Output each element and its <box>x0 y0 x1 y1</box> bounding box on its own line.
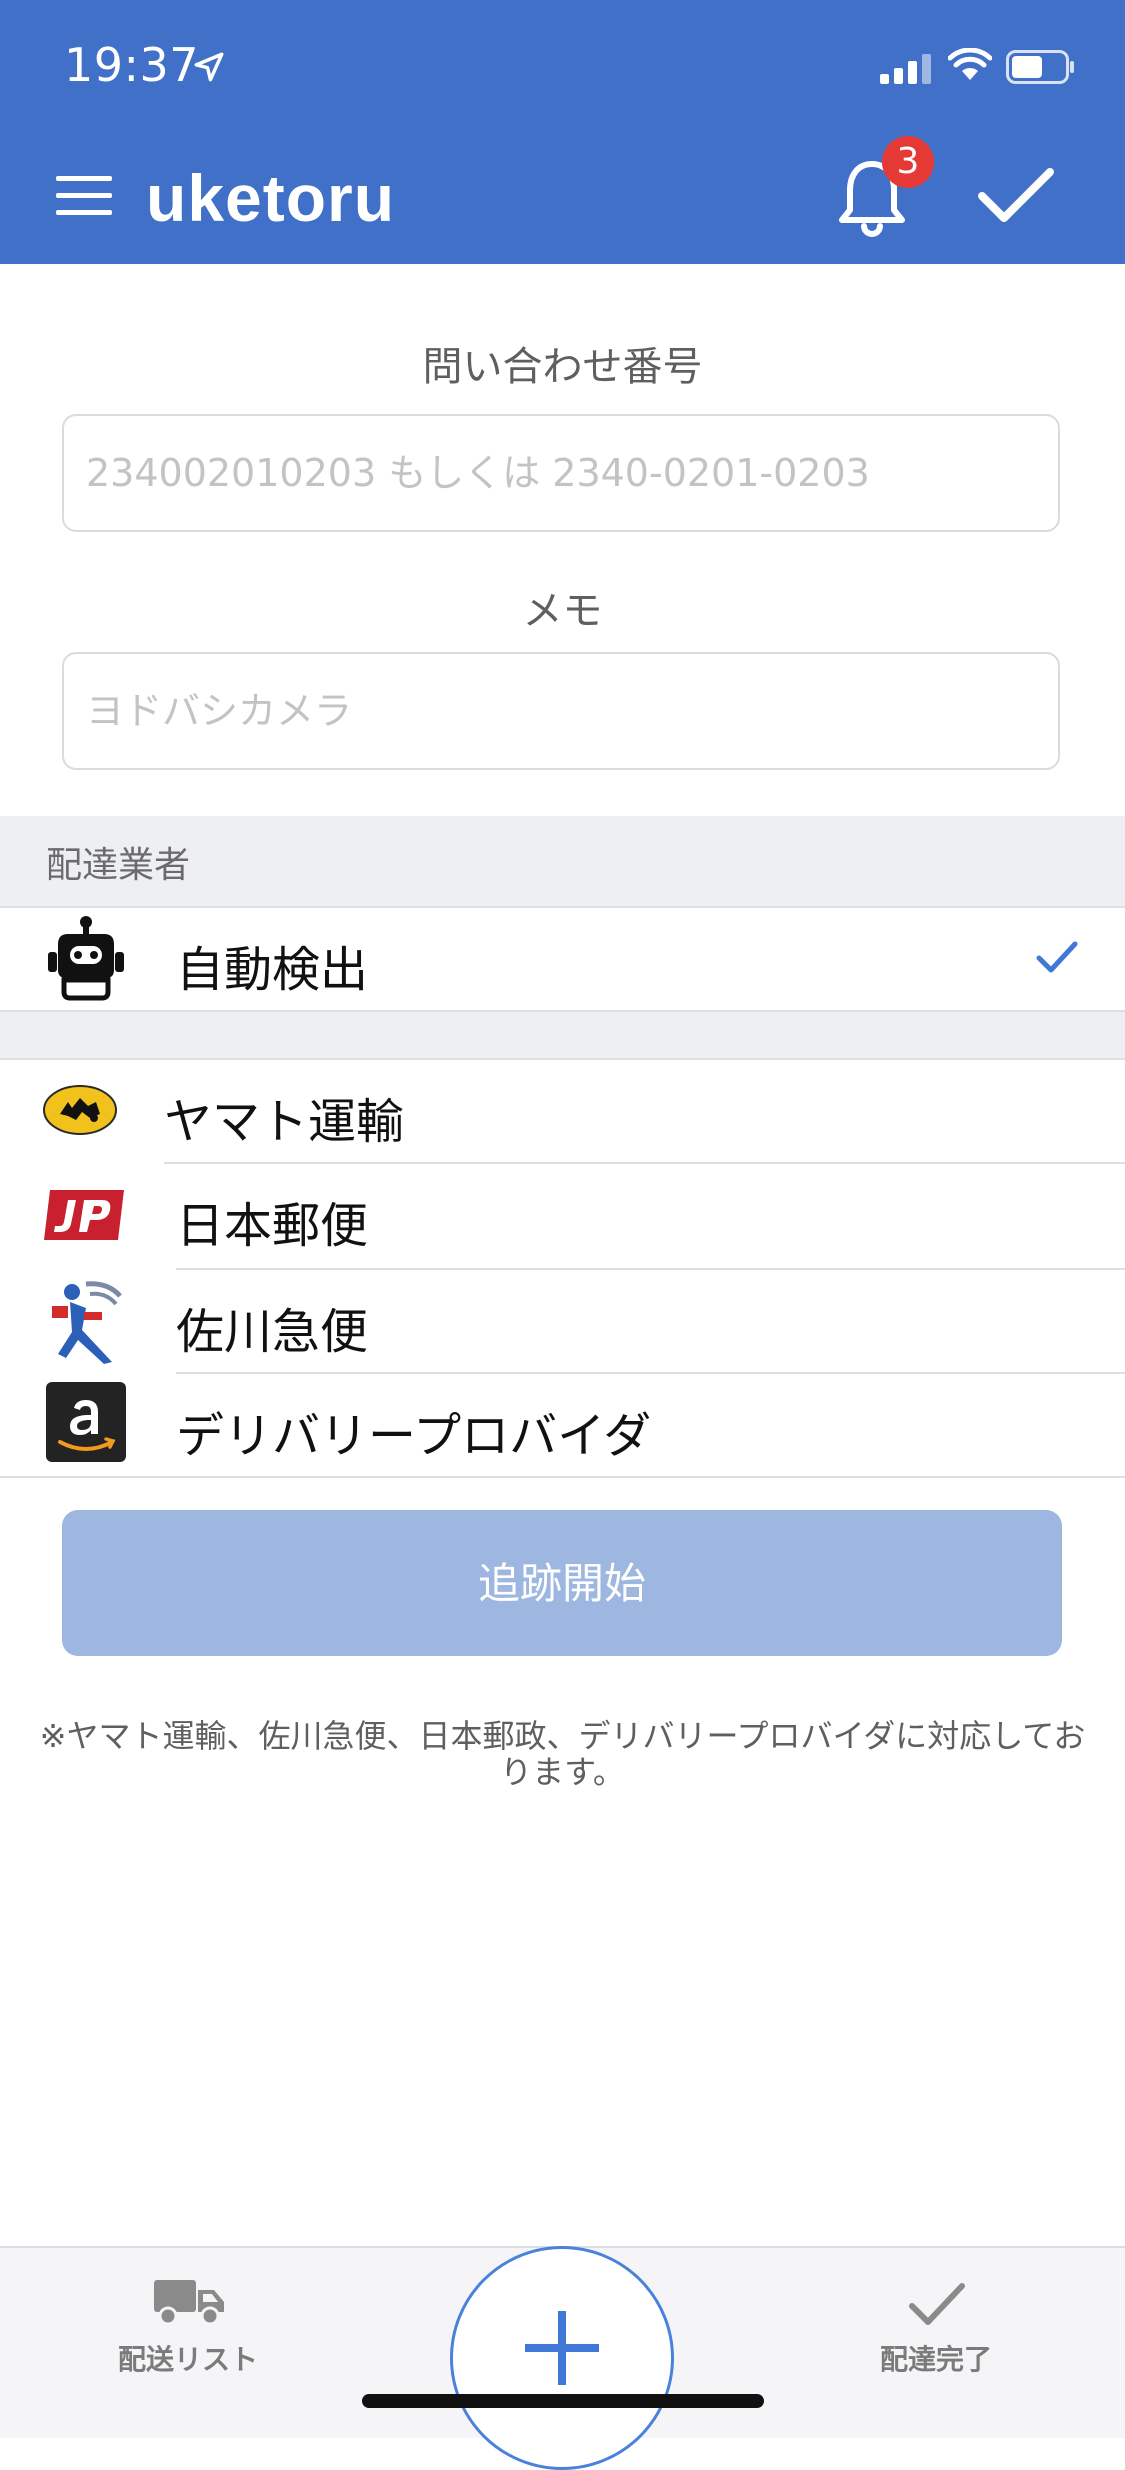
divider <box>0 1476 1125 1478</box>
carrier-label-yamato: ヤマト運輸 <box>164 1094 405 1150</box>
tab-delivery-list-label: 配送リスト <box>118 2343 259 2376</box>
home-indicator <box>362 2394 764 2408</box>
hamburger-menu-icon[interactable] <box>56 176 112 216</box>
carrier-label-sagawa: 佐川急便 <box>176 1304 369 1360</box>
carrier-row-japan-post[interactable] <box>0 1164 1125 1268</box>
carrier-row-sagawa[interactable] <box>0 1270 1125 1374</box>
tab-delivered[interactable]: 配達完了 <box>866 2276 1006 2386</box>
carrier-section-title: 配達業者 <box>46 845 191 886</box>
carrier-label-delivery-provider: デリバリープロバイダ <box>176 1408 652 1464</box>
memo-label: メモ <box>522 588 603 634</box>
start-tracking-button[interactable]: 追跡開始 <box>62 1510 1062 1656</box>
carrier-label-auto-detect: 自動検出 <box>176 942 369 998</box>
amazon-logo-icon <box>46 1382 126 1462</box>
app-logo: uketoru <box>146 161 396 235</box>
tab-delivery-list[interactable]: 配送リスト <box>118 2276 258 2386</box>
wifi-icon <box>948 48 992 80</box>
yamato-logo-icon <box>43 1085 117 1135</box>
robot-icon <box>48 916 124 1001</box>
add-fab-button[interactable] <box>450 2246 674 2470</box>
tracking-number-label: 問い合わせ番号 <box>422 344 703 390</box>
tracking-number-input[interactable] <box>62 414 1060 532</box>
check-icon <box>909 2283 965 2325</box>
cellular-signal-icon <box>880 54 931 84</box>
confirm-check-icon[interactable] <box>978 166 1054 224</box>
status-time: 19:37 <box>64 38 200 92</box>
section-gap <box>0 1012 1125 1058</box>
supported-carriers-note: ※ヤマト運輸、佐川急便、日本郵政、デリバリープロバイダに対応しております。 <box>39 1717 1086 1791</box>
notification-badge: 3 <box>882 136 934 188</box>
carrier-label-japan-post: 日本郵便 <box>176 1198 369 1254</box>
carrier-row-auto-detect[interactable] <box>0 908 1125 1012</box>
sagawa-logo-icon <box>52 1281 122 1364</box>
plus-icon <box>525 2311 599 2385</box>
selected-check-icon <box>1036 941 1078 973</box>
location-arrow-icon <box>194 52 224 82</box>
tab-delivered-label: 配達完了 <box>879 2343 992 2376</box>
memo-input[interactable] <box>62 652 1060 770</box>
truck-icon <box>154 2280 224 2326</box>
japan-post-logo-icon <box>44 1190 124 1240</box>
battery-icon <box>1006 50 1074 84</box>
